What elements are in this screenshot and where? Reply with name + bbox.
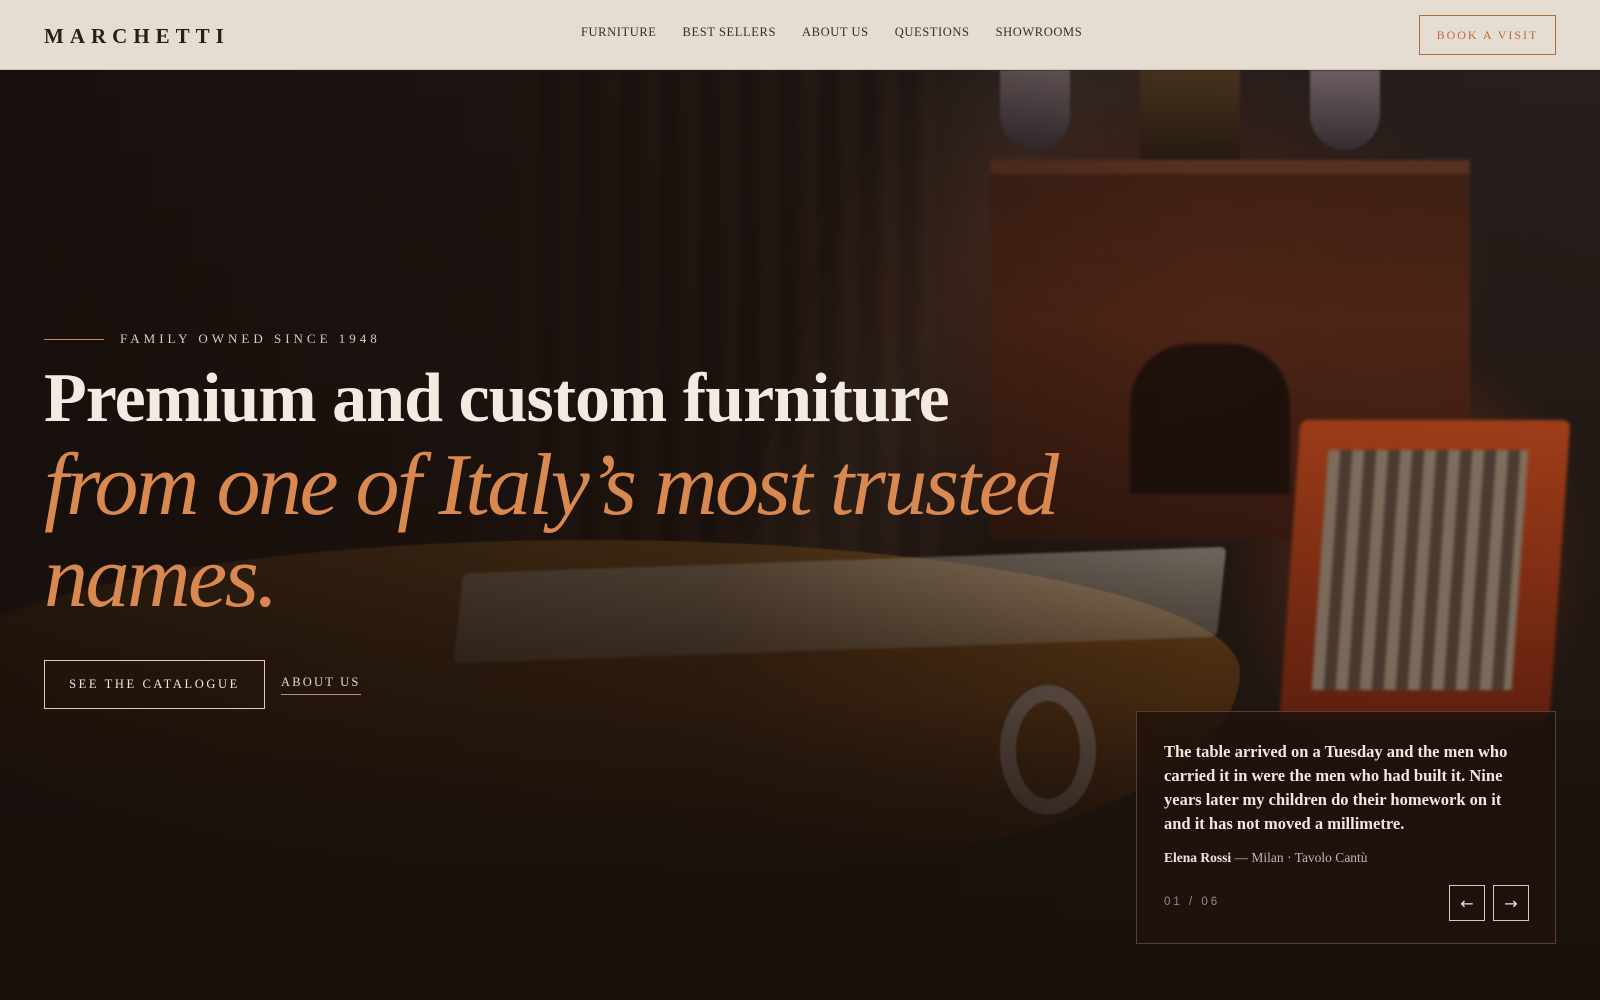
testimonial-quote: The table arrived on a Tuesday and the m… <box>1164 742 1508 833</box>
previous-testimonial-button[interactable]: ← <box>1449 885 1485 921</box>
nav-item-questions[interactable]: QUESTIONS <box>895 25 970 40</box>
nav-item-furniture[interactable]: FURNITURE <box>581 25 657 40</box>
testimonial-counter: 01 / 06 <box>1164 896 1221 908</box>
arrow-right-icon: → <box>1504 893 1518 913</box>
brand-logo[interactable]: MARCHETTI <box>44 24 230 49</box>
site-header: MARCHETTI FURNITURE BEST SELLERS ABOUT U… <box>0 0 1600 70</box>
testimonial-card: The table arrived on a Tuesday and the m… <box>1136 711 1556 944</box>
arrow-left-icon: ← <box>1460 893 1474 913</box>
nav-item-showrooms[interactable]: SHOWROOMS <box>996 25 1083 40</box>
next-testimonial-button[interactable]: → <box>1493 885 1529 921</box>
testimonial-attribution: Elena Rossi — Milan · Tavolo Cantù <box>1164 850 1529 866</box>
see-catalogue-button[interactable]: SEE THE CATALOGUE <box>44 660 265 709</box>
testimonial-author: Elena Rossi <box>1164 850 1232 865</box>
testimonial-detail: — Milan · Tavolo Cantù <box>1234 850 1368 865</box>
main-nav: FURNITURE BEST SELLERS ABOUT US QUESTION… <box>581 25 1108 40</box>
hero-headline-italic: from one of Italy’s most trusted names. <box>44 437 1059 626</box>
eyebrow-text: FAMILY OWNED SINCE 1948 <box>120 331 381 346</box>
eyebrow-rule <box>44 338 104 340</box>
hero-headline: Premium and custom furniture <box>44 360 950 437</box>
book-visit-button[interactable]: BOOK A VISIT <box>1419 15 1556 55</box>
nav-item-best-sellers[interactable]: BEST SELLERS <box>683 25 776 40</box>
about-us-link[interactable]: ABOUT US <box>281 675 361 695</box>
nav-item-about-us[interactable]: ABOUT US <box>802 25 869 40</box>
hero-eyebrow: FAMILY OWNED SINCE 1948 <box>44 331 381 347</box>
